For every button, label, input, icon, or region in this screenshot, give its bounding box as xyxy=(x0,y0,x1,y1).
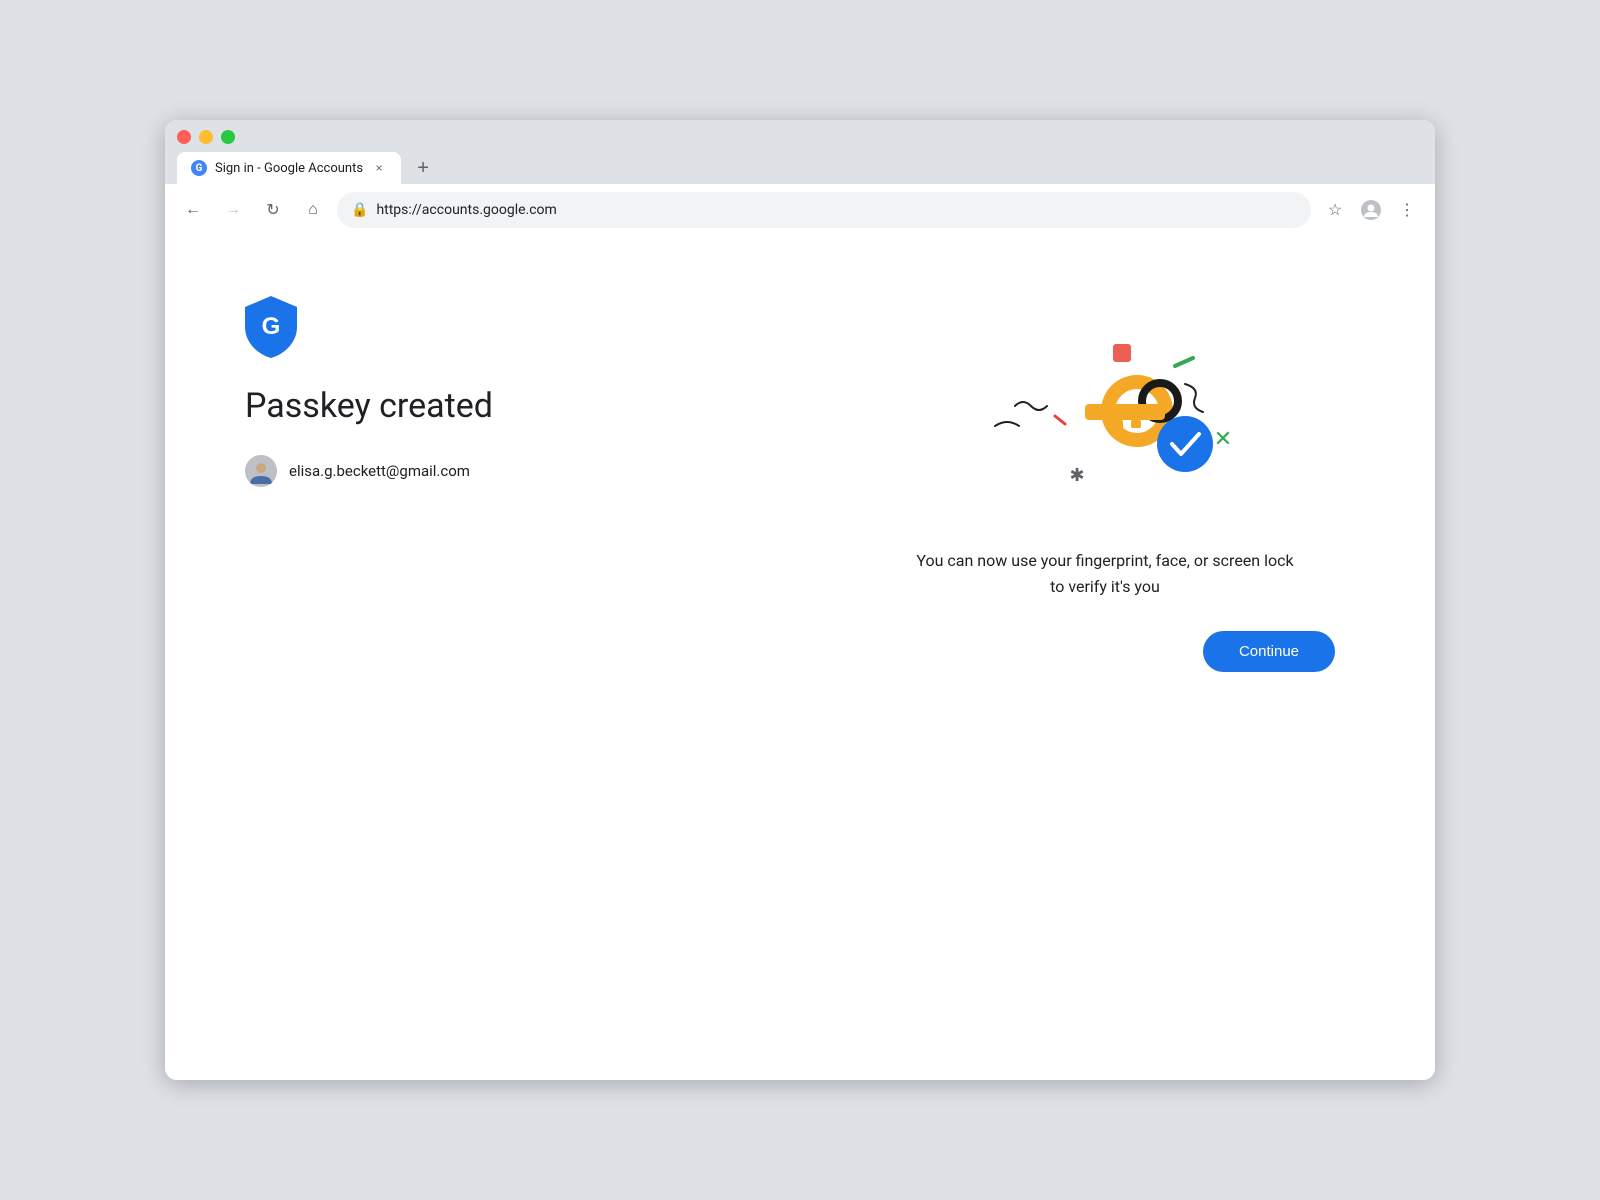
profile-icon xyxy=(1361,200,1381,220)
description-text: You can now use your fingerprint, face, … xyxy=(915,548,1295,599)
new-tab-button[interactable]: + xyxy=(409,154,437,182)
maximize-window-button[interactable] xyxy=(221,130,235,144)
passkey-illustration: ✱ ✕ xyxy=(965,316,1245,516)
avatar-image xyxy=(245,455,277,487)
account-row: elisa.g.beckett@gmail.com xyxy=(245,455,855,487)
address-bar[interactable]: 🔒 https://accounts.google.com xyxy=(337,192,1311,228)
lock-icon: 🔒 xyxy=(351,202,368,218)
right-panel: ✱ ✕ xyxy=(855,296,1355,1020)
browser-window: G Sign in - Google Accounts × + ← → ↻ ⌂ … xyxy=(165,120,1435,1080)
tab-close-button[interactable]: × xyxy=(371,160,387,176)
bookmark-button[interactable]: ☆ xyxy=(1319,194,1351,226)
tabs-bar: G Sign in - Google Accounts × + xyxy=(177,152,1423,184)
left-panel: G Passkey created elisa.g.beckett@gmail.… xyxy=(245,296,855,1020)
account-email: elisa.g.beckett@gmail.com xyxy=(289,462,470,480)
tab-title: Sign in - Google Accounts xyxy=(215,161,363,176)
close-window-button[interactable] xyxy=(177,130,191,144)
key-illustration-svg: ✱ ✕ xyxy=(965,316,1245,516)
minimize-window-button[interactable] xyxy=(199,130,213,144)
active-tab[interactable]: G Sign in - Google Accounts × xyxy=(177,152,401,184)
profile-button[interactable] xyxy=(1355,194,1387,226)
svg-text:✕: ✕ xyxy=(1214,426,1232,451)
nav-bar: ← → ↻ ⌂ 🔒 https://accounts.google.com ☆ … xyxy=(165,184,1435,236)
back-button[interactable]: ← xyxy=(177,194,209,226)
page-content: G Passkey created elisa.g.beckett@gmail.… xyxy=(165,236,1435,1080)
nav-actions: ☆ ⋮ xyxy=(1319,194,1423,226)
continue-button[interactable]: Continue xyxy=(1203,631,1335,672)
title-bar: G Sign in - Google Accounts × + xyxy=(165,120,1435,184)
window-controls xyxy=(177,130,1423,144)
home-button[interactable]: ⌂ xyxy=(297,194,329,226)
page-title: Passkey created xyxy=(245,386,855,427)
url-display: https://accounts.google.com xyxy=(376,202,1297,218)
svg-text:G: G xyxy=(262,313,281,340)
avatar xyxy=(245,455,277,487)
reload-button[interactable]: ↻ xyxy=(257,194,289,226)
menu-button[interactable]: ⋮ xyxy=(1391,194,1423,226)
svg-text:✱: ✱ xyxy=(1069,465,1084,485)
tab-favicon: G xyxy=(191,160,207,176)
forward-button[interactable]: → xyxy=(217,194,249,226)
google-shield-logo: G xyxy=(245,296,297,358)
